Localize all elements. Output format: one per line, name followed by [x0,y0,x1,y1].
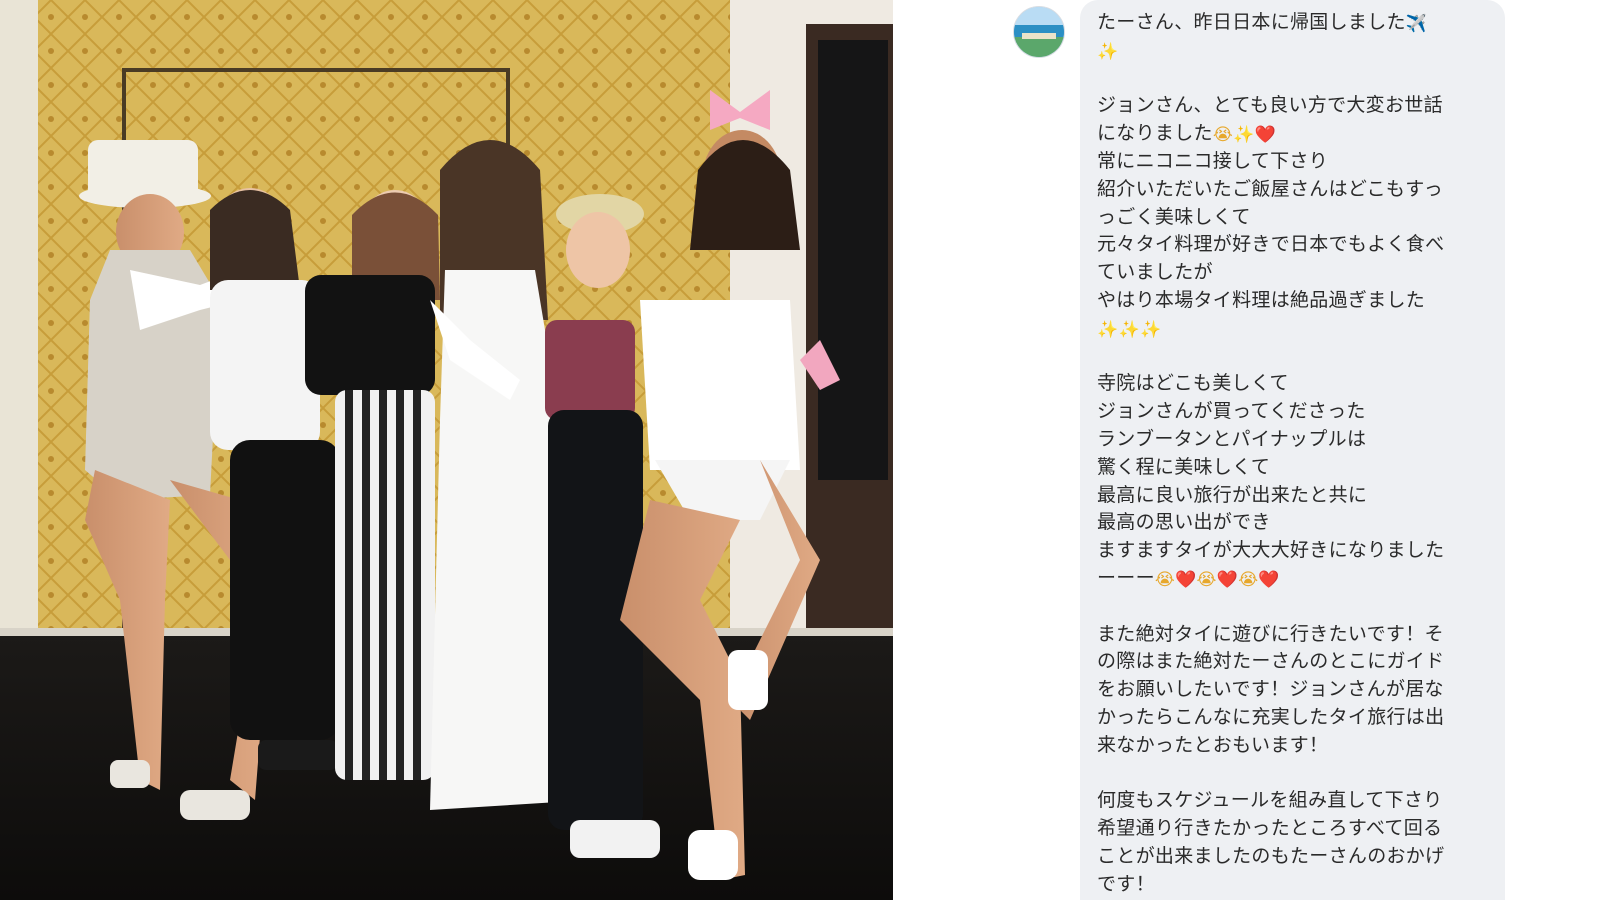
group-photo [0,0,893,900]
message-line: をお願いしたいです！ジョンさんが居な [1097,678,1444,701]
message-text: たーさん、昨日日本に帰国しました✈️ ✨ ジョンさん、とても良い方で大変お世話 になり… [1097,9,1489,899]
message-line: 紹介いただいたご飯屋さんはどこもすっ [1097,177,1444,200]
message-line: ますますタイが大大大好きになりました [1097,539,1445,562]
sparkle-emoji: ✨ [1097,319,1119,340]
message-line: ていましたが [1097,261,1213,284]
cry-emoji: 😭 [1238,569,1259,590]
sparkle-emoji: ✨ [1097,41,1119,62]
message-line: です！ [1097,872,1155,895]
heart-emoji: ❤️ [1258,569,1280,590]
cry-emoji: 😭 [1212,125,1233,146]
message-line: やはり本場タイ料理は絶品過ぎました [1097,288,1426,311]
avatar-image [1014,7,1064,57]
message-line: 最高の思い出ができ [1097,511,1271,534]
cry-emoji: 😭 [1154,569,1176,590]
message-line [1097,760,1489,788]
message-line: ✨ [1097,37,1489,65]
message-line [1097,65,1489,93]
message-line: 希望通り行きたかったところすべて回る [1097,817,1443,840]
message-line: っごく美味しくて [1097,205,1251,228]
message-line: になりました😭✨❤️ [1097,122,1276,146]
message-line: ジョンさんが買ってくださった [1097,400,1366,423]
message-line: ランブータンとパイナップルは [1097,427,1367,450]
message-line: ーーー😭❤️😭❤️😭❤️ [1097,566,1280,590]
photo-illustration [0,0,893,900]
cry-emoji: 😭 [1196,569,1217,590]
sparkle-emoji: ✨ [1139,319,1162,340]
message-line: ✨✨✨ [1097,315,1489,343]
message-line: ことが出来ましたのもたーさんのおかげ [1097,844,1445,867]
plane-emoji: ✈️ [1405,14,1428,34]
message-line: 来なかったとおもいます！ [1097,733,1329,756]
message-line: また絶対タイに遊びに行きたいです！そ [1097,622,1444,645]
beach-avatar-icon[interactable] [1013,6,1065,58]
message-line: 元々タイ料理が好きで日本でもよく食べ [1097,233,1445,256]
message-line: の際はまた絶対たーさんのとこにガイド [1097,650,1445,673]
sparkle-emoji: ✨ [1118,319,1140,340]
message-line [1097,343,1489,371]
message-line [1097,593,1489,621]
sparkle-emoji: ✨ [1232,125,1255,146]
message-line: ジョンさん、とても良い方で大変お世話 [1097,94,1443,117]
heart-emoji: ❤️ [1254,125,1276,146]
chat-panel: たーさん、昨日日本に帰国しました✈️ ✨ ジョンさん、とても良い方で大変お世話 になり… [893,0,1600,900]
message-line: かったらこんなに充実したタイ旅行は出 [1097,705,1445,728]
message-line: たーさん、昨日日本に帰国しました✈️ [1097,11,1428,34]
message-line: 驚く程に美味しくて [1097,455,1271,478]
message-line: 寺院はどこも美しくて [1097,372,1289,395]
heart-emoji: ❤️ [1216,569,1239,590]
message-line: 常にニコニコ接して下さり [1097,149,1329,172]
message-line: 最高に良い旅行が出来たと共に [1097,483,1368,506]
heart-emoji: ❤️ [1175,569,1197,590]
message-line: 何度もスケジュールを組み直して下さり [1097,789,1443,812]
